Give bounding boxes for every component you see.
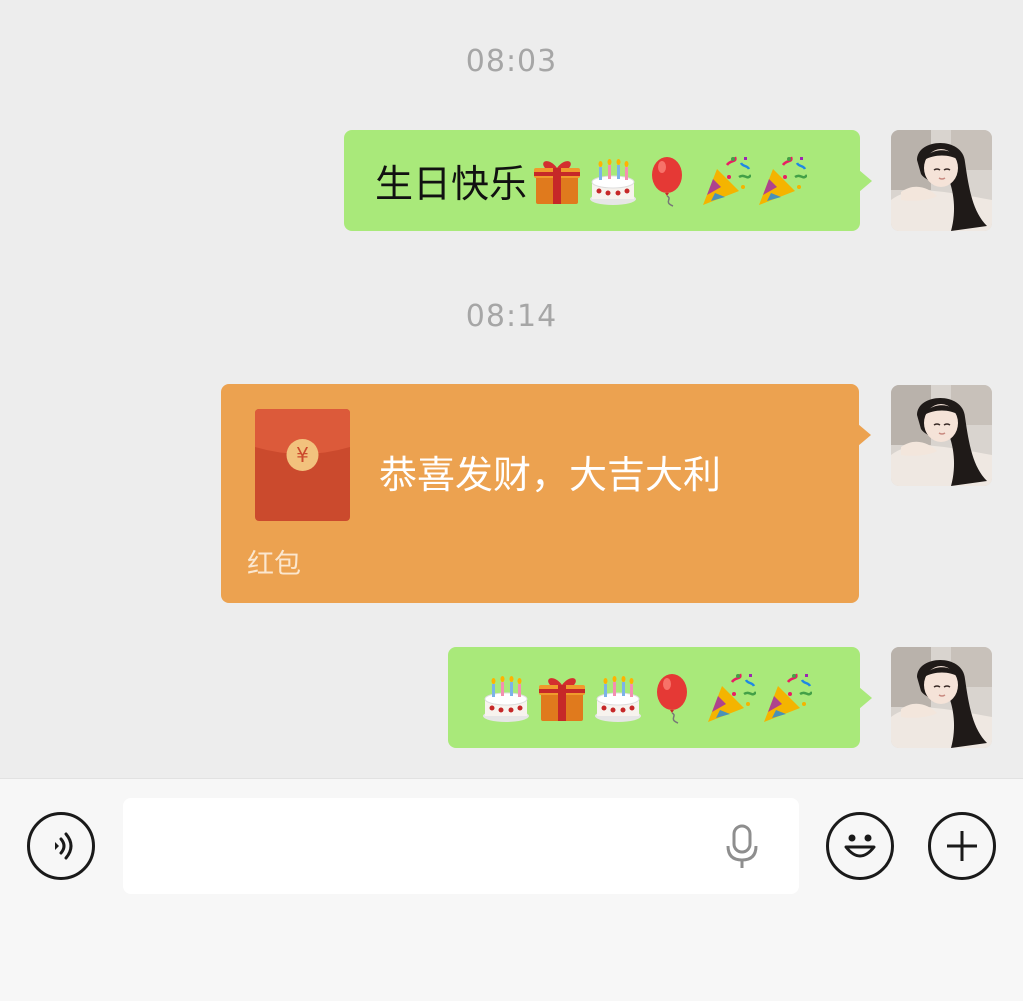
user-avatar-image bbox=[891, 385, 992, 486]
emoji-row bbox=[480, 672, 812, 724]
chat-area[interactable]: 08:03 生日快乐 08:14 ¥ 恭喜发财，大吉大利 红包 bbox=[0, 0, 1023, 778]
message-bubble[interactable] bbox=[448, 647, 872, 748]
more-button[interactable] bbox=[928, 812, 996, 880]
user-avatar-image bbox=[891, 130, 992, 231]
emoji-row bbox=[531, 155, 807, 207]
avatar[interactable] bbox=[891, 130, 992, 231]
timestamp: 08:14 bbox=[465, 299, 558, 334]
avatar[interactable] bbox=[891, 647, 992, 748]
voice-icon bbox=[55, 832, 73, 860]
red-packet-bubble[interactable]: ¥ 恭喜发财，大吉大利 红包 bbox=[221, 384, 871, 603]
message-content bbox=[480, 647, 812, 748]
avatar[interactable] bbox=[891, 385, 992, 486]
balloon-emoji-icon bbox=[643, 155, 695, 207]
currency-symbol: ¥ bbox=[296, 443, 309, 467]
gift-emoji-icon bbox=[536, 672, 588, 724]
red-packet-greeting: 恭喜发财，大吉大利 bbox=[379, 453, 722, 497]
cake-emoji-icon bbox=[592, 672, 644, 724]
message-input[interactable] bbox=[123, 798, 799, 894]
cake-emoji-icon bbox=[587, 155, 639, 207]
timestamp: 08:03 bbox=[465, 44, 558, 79]
input-bar bbox=[0, 778, 1023, 1001]
microphone-icon bbox=[726, 824, 758, 868]
plus-icon bbox=[947, 831, 977, 861]
party-popper-emoji-icon bbox=[699, 155, 751, 207]
smiley-icon bbox=[844, 834, 876, 858]
message-bubble[interactable]: 生日快乐 bbox=[344, 130, 872, 231]
party-popper-emoji-icon bbox=[760, 672, 812, 724]
gift-emoji-icon bbox=[531, 155, 583, 207]
user-avatar-image bbox=[891, 647, 992, 748]
red-packet-label: 红包 bbox=[247, 549, 301, 580]
party-popper-emoji-icon bbox=[755, 155, 807, 207]
cake-emoji-icon bbox=[480, 672, 532, 724]
microphone-button[interactable] bbox=[722, 824, 762, 870]
voice-button[interactable] bbox=[27, 812, 95, 880]
message-content: 生日快乐 bbox=[375, 130, 807, 231]
balloon-emoji-icon bbox=[648, 672, 700, 724]
red-packet-icon: ¥ bbox=[255, 409, 350, 521]
message-text: 生日快乐 bbox=[375, 162, 528, 206]
emoji-button[interactable] bbox=[826, 812, 894, 880]
party-popper-emoji-icon bbox=[704, 672, 756, 724]
